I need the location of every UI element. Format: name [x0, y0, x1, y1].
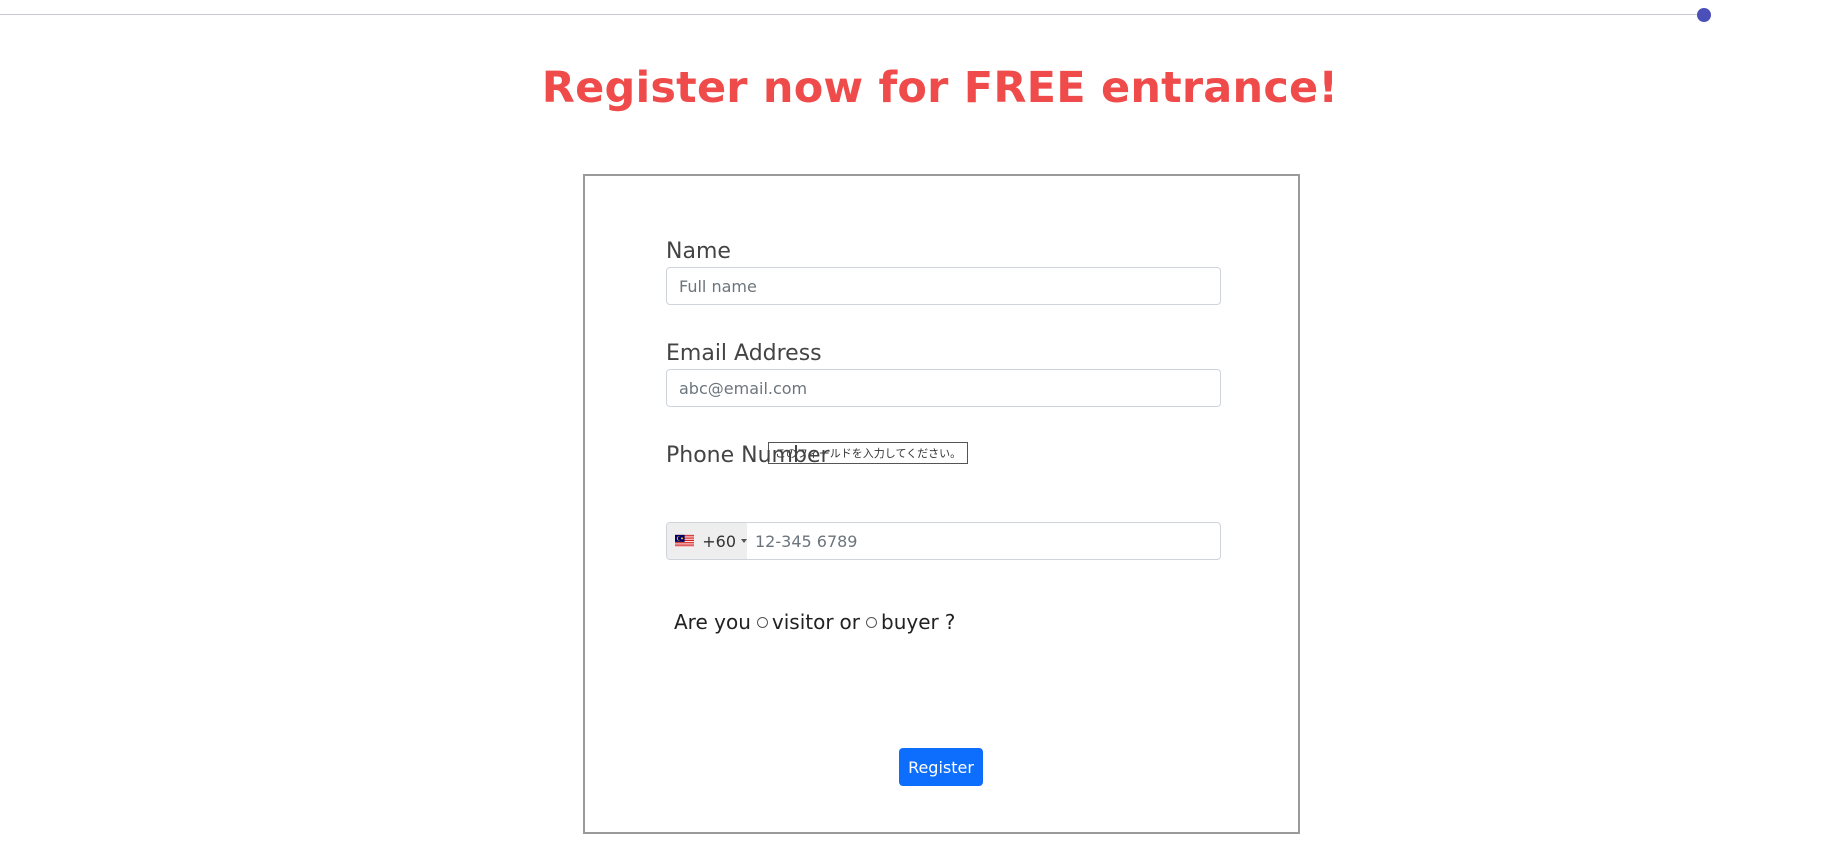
- register-button[interactable]: Register: [899, 748, 983, 786]
- role-suffix: ?: [944, 610, 956, 634]
- role-connector: or: [839, 610, 861, 634]
- dial-code: +60: [702, 531, 736, 551]
- email-input[interactable]: [666, 369, 1221, 407]
- phone-label: Phone Number: [666, 443, 830, 468]
- progress-dot: [1697, 8, 1711, 22]
- email-label: Email Address: [666, 341, 822, 366]
- country-code-select[interactable]: +60: [667, 523, 747, 559]
- page-title: Register now for FREE entrance!: [541, 63, 1339, 113]
- visitor-radio[interactable]: [756, 616, 768, 628]
- role-question: Are you visitor or buyer ?: [674, 610, 955, 634]
- progress-line: [0, 14, 1703, 15]
- visitor-label: visitor: [771, 610, 834, 634]
- registration-form: Name Email Address このフィールドを入力してください。 Pho…: [583, 174, 1300, 834]
- buyer-label: buyer: [881, 610, 939, 634]
- buyer-radio[interactable]: [866, 616, 878, 628]
- phone-input[interactable]: [747, 523, 1220, 559]
- phone-field: +60: [666, 522, 1221, 560]
- malaysia-flag-icon: [675, 534, 695, 548]
- role-prefix: Are you: [674, 610, 751, 634]
- name-input[interactable]: [666, 267, 1221, 305]
- registration-page: Register now for FREE entrance! Name Ema…: [0, 0, 1833, 847]
- name-label: Name: [666, 239, 731, 264]
